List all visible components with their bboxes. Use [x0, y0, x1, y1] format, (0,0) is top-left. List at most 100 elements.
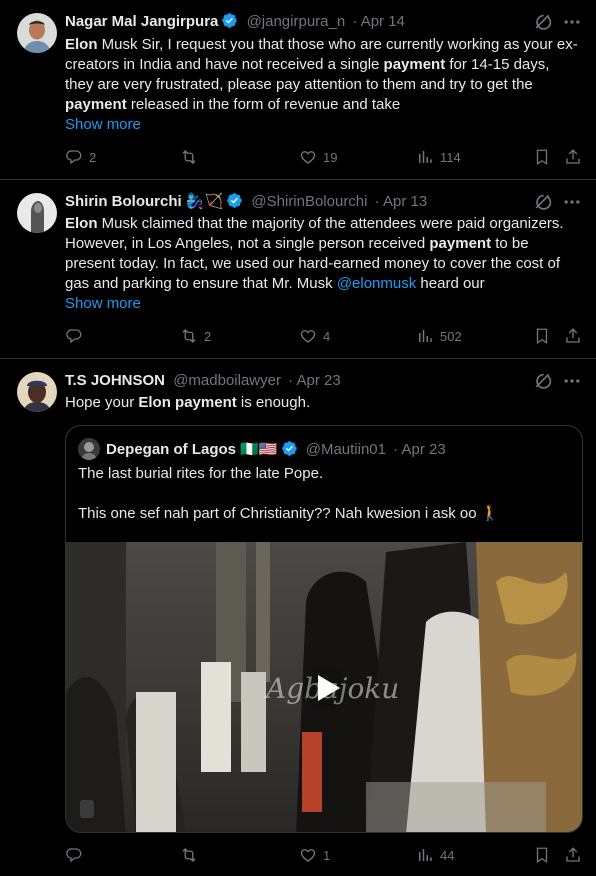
share-icon	[564, 327, 582, 345]
quoted-tweet-text: The last burial rites for the late Pope.…	[78, 464, 570, 524]
repost-button[interactable]	[180, 147, 204, 167]
repost-icon	[180, 846, 198, 864]
like-icon	[299, 148, 317, 166]
quoted-text-line-2: This one sef nah part of Christianity?? …	[78, 505, 500, 522]
show-more-link[interactable]: Show more	[65, 115, 141, 135]
views-button[interactable]: 44	[416, 845, 454, 865]
quoted-text-line-1: The last burial rites for the late Pope.	[78, 465, 324, 482]
view-count: 114	[440, 149, 461, 165]
like-button[interactable]: 1	[299, 845, 330, 865]
reply-button[interactable]	[65, 845, 89, 865]
repost-icon	[180, 327, 198, 345]
like-count: 19	[323, 149, 338, 165]
more-icon[interactable]	[562, 192, 582, 212]
tweet-date[interactable]: · Apr 14	[352, 13, 405, 30]
like-count: 1	[323, 847, 331, 863]
tweet-2[interactable]: Shirin Bolourchi 🧞‍♀️🏹 @ShirinBolourchi …	[0, 180, 596, 359]
highlighted-term: Elon	[65, 36, 98, 53]
more-icon[interactable]	[562, 371, 582, 391]
avatar[interactable]	[78, 438, 100, 460]
like-count: 4	[323, 328, 331, 344]
text-run: released in the form of revenue and take	[126, 96, 401, 113]
bookmark-button[interactable]	[533, 845, 551, 865]
quoted-tweet-header: Depegan of Lagos 🇳🇬🇺🇸 @Mautiin01 · Apr 2…	[78, 438, 446, 460]
highlighted-term: Elon payment	[138, 394, 237, 411]
avatar[interactable]	[17, 13, 57, 53]
highlighted-term: payment	[383, 56, 446, 73]
more-icon[interactable]	[562, 12, 582, 32]
like-button[interactable]: 4	[299, 326, 330, 346]
repost-button[interactable]	[180, 845, 204, 865]
bookmark-button[interactable]	[533, 326, 551, 346]
grok-icon[interactable]	[532, 192, 552, 212]
name-emoji: 🧞‍♀️🏹	[185, 193, 224, 210]
tweet-text: Elon Musk claimed that the majority of t…	[65, 214, 580, 294]
author-handle[interactable]: @madboilawyer	[173, 372, 281, 389]
avatar[interactable]	[17, 193, 57, 233]
quoted-tweet-date[interactable]: · Apr 23	[393, 441, 446, 458]
highlighted-term: payment	[429, 235, 492, 252]
verified-badge-icon	[221, 12, 238, 29]
author-name[interactable]: T.S JOHNSON	[65, 372, 165, 389]
repost-count: 2	[204, 328, 212, 344]
quoted-tweet[interactable]: Depegan of Lagos 🇳🇬🇺🇸 @Mautiin01 · Apr 2…	[65, 425, 583, 833]
media-badge	[80, 800, 94, 818]
views-icon	[416, 846, 434, 864]
like-icon	[299, 327, 317, 345]
reply-button[interactable]: 2	[65, 147, 96, 167]
tweet-header: T.S JOHNSON @madboilawyer · Apr 23	[65, 371, 526, 391]
author-handle[interactable]: @ShirinBolourchi	[251, 193, 367, 210]
like-button[interactable]: 19	[299, 147, 337, 167]
view-count: 502	[440, 328, 462, 344]
bookmark-icon	[533, 148, 551, 166]
reply-icon	[65, 148, 83, 166]
reply-icon	[65, 846, 83, 864]
share-icon	[564, 148, 582, 166]
tweet-text: Hope your Elon payment is enough.	[65, 393, 580, 413]
avatar[interactable]	[17, 372, 57, 412]
verified-badge-icon	[281, 440, 298, 457]
share-button[interactable]	[564, 147, 582, 167]
repost-button[interactable]: 2	[180, 326, 211, 346]
verified-badge-icon	[226, 192, 243, 209]
tweet-date[interactable]: · Apr 23	[288, 372, 341, 389]
author-name[interactable]: Shirin Bolourchi	[65, 193, 182, 210]
like-icon	[299, 846, 317, 864]
bookmark-icon	[533, 846, 551, 864]
author-name[interactable]: Nagar Mal Jangirpura	[65, 13, 218, 30]
tweet-3[interactable]: T.S JOHNSON @madboilawyer · Apr 23 Hope …	[0, 359, 596, 876]
mention-link[interactable]: @elonmusk	[337, 275, 416, 292]
flag-emoji: 🇳🇬🇺🇸	[240, 441, 278, 458]
highlighted-term: payment	[65, 96, 127, 113]
text-run: heard our	[416, 275, 485, 292]
tweet-header: Shirin Bolourchi 🧞‍♀️🏹 @ShirinBolourchi …	[65, 192, 526, 212]
tweet-date[interactable]: · Apr 13	[375, 193, 428, 210]
views-button[interactable]: 502	[416, 326, 462, 346]
reply-button[interactable]	[65, 326, 89, 346]
share-button[interactable]	[564, 845, 582, 865]
quoted-author-handle[interactable]: @Mautiin01	[306, 441, 386, 458]
text-run: is enough.	[236, 394, 311, 411]
text-run: Hope your	[65, 394, 139, 411]
reply-count: 2	[89, 149, 97, 165]
reply-icon	[65, 327, 83, 345]
views-icon	[416, 327, 434, 345]
views-button[interactable]: 114	[416, 147, 461, 167]
view-count: 44	[440, 847, 455, 863]
video-player[interactable]: Agbajoku	[66, 542, 582, 832]
author-handle[interactable]: @jangirpura_n	[247, 13, 346, 30]
repost-icon	[180, 148, 198, 166]
share-button[interactable]	[564, 326, 582, 346]
bookmark-icon	[533, 327, 551, 345]
tweet-header: Nagar Mal Jangirpura @jangirpura_n · Apr…	[65, 12, 526, 32]
quoted-author-name[interactable]: Depegan of Lagos	[106, 441, 236, 458]
bookmark-button[interactable]	[533, 147, 551, 167]
show-more-link[interactable]: Show more	[65, 294, 141, 314]
grok-icon[interactable]	[532, 371, 552, 391]
share-icon	[564, 846, 582, 864]
views-icon	[416, 148, 434, 166]
tweet-text: Elon Musk Sir, I request you that those …	[65, 35, 580, 115]
play-icon[interactable]	[304, 666, 348, 710]
grok-icon[interactable]	[532, 12, 552, 32]
tweet-1[interactable]: Nagar Mal Jangirpura @jangirpura_n · Apr…	[0, 0, 596, 180]
